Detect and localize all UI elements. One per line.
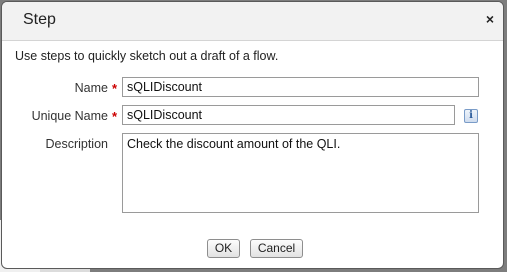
description-textarea[interactable]: Check the discount amount of the QLI. <box>122 133 479 213</box>
dialog-title: Step <box>23 11 56 28</box>
unique-name-input[interactable]: sQLIDiscount <box>122 105 455 125</box>
name-input[interactable]: sQLIDiscount <box>122 77 479 97</box>
step-dialog: Step × Use steps to quickly sketch out a… <box>1 1 504 269</box>
dialog-header: Step × <box>2 2 503 41</box>
close-icon[interactable]: × <box>486 10 494 28</box>
required-indicator: * <box>112 109 118 124</box>
name-label: Name <box>74 81 108 95</box>
unique-name-label: Unique Name <box>31 109 108 123</box>
info-icon[interactable]: i <box>464 109 478 123</box>
dialog-intro-text: Use steps to quickly sketch out a draft … <box>15 49 279 63</box>
ok-button[interactable]: OK <box>207 239 240 258</box>
description-label: Description <box>45 137 108 151</box>
cancel-button[interactable]: Cancel <box>250 239 303 258</box>
required-indicator: * <box>112 81 118 96</box>
